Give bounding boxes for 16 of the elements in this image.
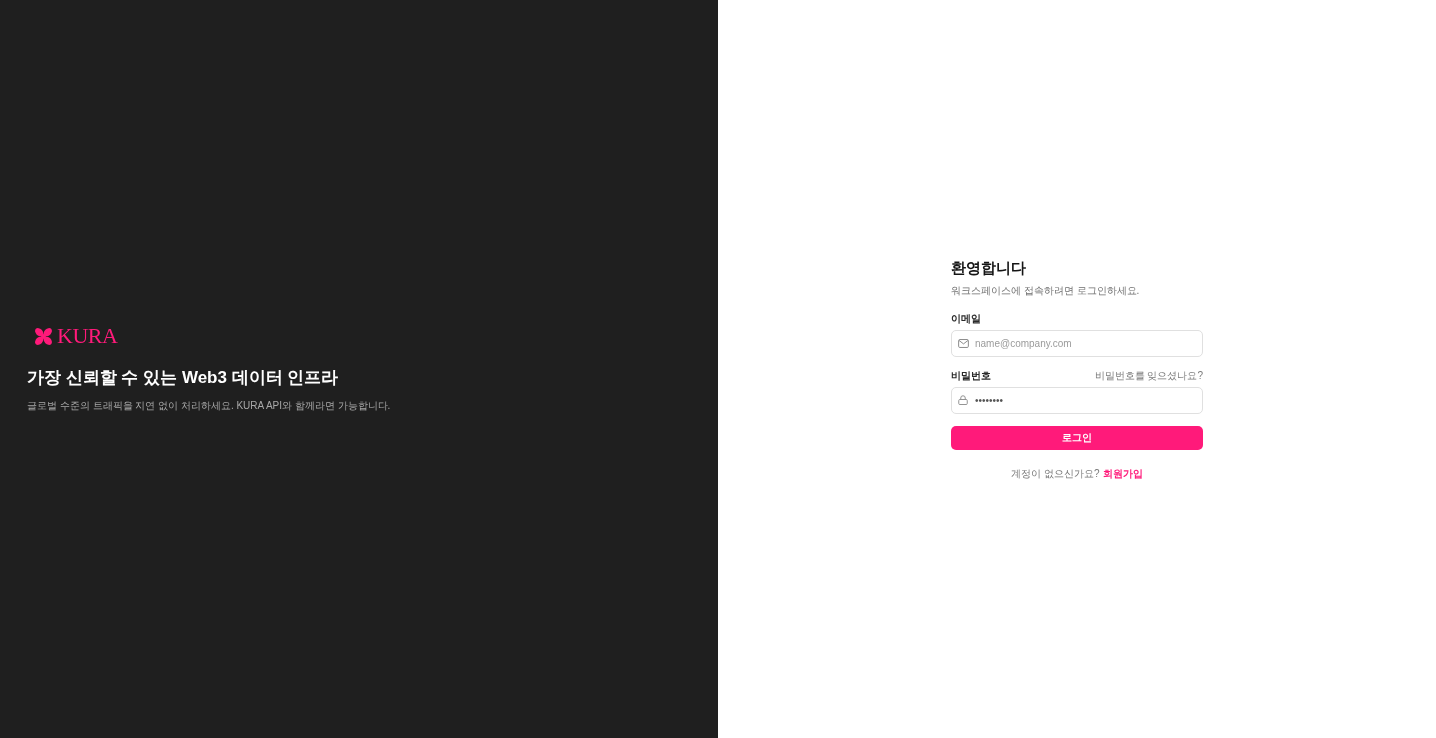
- hero-title: 가장 신뢰할 수 있는 Web3 데이터 인프라: [27, 367, 340, 389]
- login-button[interactable]: 로그인: [951, 426, 1203, 450]
- welcome-title: 환영합니다: [951, 258, 1027, 278]
- forgot-password-link[interactable]: 비밀번호를 잊으셨나요?: [1094, 369, 1203, 382]
- brand-name: KURA: [57, 325, 118, 347]
- welcome-subtitle: 워크스페이스에 접속하려면 로그인하세요.: [951, 284, 1141, 298]
- field-label: 이메일: [951, 312, 981, 325]
- envelope-icon: [958, 339, 969, 348]
- email-field[interactable]: name@company.com: [951, 330, 1203, 357]
- signup-link[interactable]: 회원가입: [1102, 467, 1143, 480]
- field-label: 비밀번호: [951, 369, 991, 382]
- four-petal-logo-icon: [34, 326, 53, 346]
- padlock-icon: [958, 395, 968, 405]
- password-field[interactable]: ••••••••: [951, 387, 1203, 414]
- hero-subtitle: 글로벌 수준의 트래픽을 지연 없이 처리하세요. KURA API와 함께라면 가능합니다.: [27, 399, 391, 413]
- signup-prompt: 계정이 없으신가요?: [1011, 467, 1100, 480]
